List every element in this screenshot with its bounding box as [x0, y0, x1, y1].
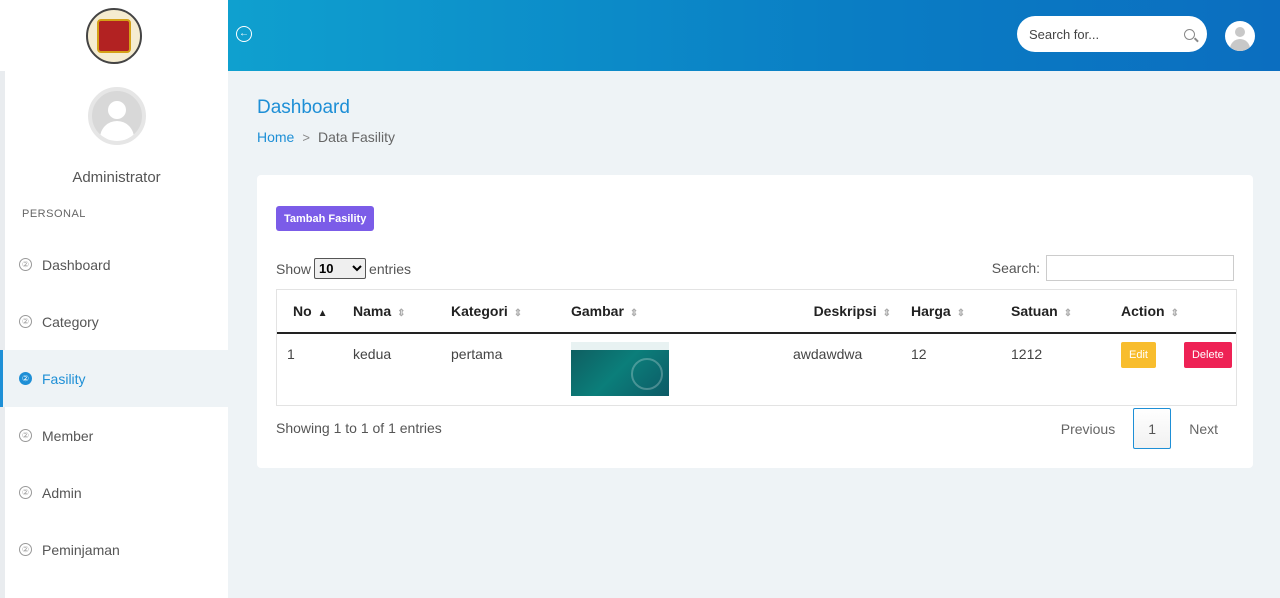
column-header-deskripsi[interactable]: Deskripsi ⇕ [785, 290, 911, 334]
cell-nama: kedua [353, 346, 392, 362]
breadcrumb-home[interactable]: Home [257, 129, 294, 145]
pagination: Previous 1 Next [1061, 408, 1218, 449]
chevron-right-icon: > [302, 129, 310, 145]
header-search [1017, 16, 1207, 52]
cell-harga: 12 [911, 346, 927, 362]
search-icon[interactable] [1184, 28, 1195, 40]
table-header-row: No ▲ Nama ⇕ Kategori ⇕ Gambar ⇕ Deskripsi ⇕ H… [277, 290, 1236, 334]
edit-button[interactable]: Edit [1121, 342, 1156, 368]
page-size-select[interactable]: 10 [314, 258, 367, 279]
page-button[interactable]: 1 [1133, 408, 1172, 449]
previous-button[interactable]: Previous [1061, 421, 1115, 437]
show-label: Show [276, 260, 312, 277]
search-label: Search: [991, 260, 1040, 276]
show-entries: Show 10 entries [276, 258, 411, 279]
table-search-input[interactable] [1046, 255, 1234, 281]
sidebar-item-admin[interactable]: ② Admin [5, 464, 228, 521]
cell-satuan: 1212 [1011, 346, 1043, 362]
sort-icon: ⇕ [882, 308, 891, 319]
sort-asc-icon: ▲ [317, 308, 328, 319]
sort-icon: ⇕ [629, 308, 639, 319]
main-content: Dashboard Home > Data Fasility Tambah Fa… [257, 71, 1253, 468]
column-header-satuan[interactable]: Satuan ⇕ [1011, 290, 1121, 334]
sidebar-panel: Administrator PERSONAL ② Dashboard ② Cat… [0, 71, 228, 598]
column-header-gambar[interactable]: Gambar ⇕ [571, 290, 785, 334]
table-search: Search: [992, 255, 1234, 281]
column-header-action[interactable]: Action ⇕ [1121, 290, 1236, 334]
circle-icon: ② [19, 258, 32, 271]
cell-kategori: pertama [451, 346, 503, 362]
circle-icon: ② [19, 543, 32, 556]
breadcrumb: Home > Data Fasility [257, 129, 1253, 145]
sidebar-item-label: Category [42, 313, 99, 330]
sidebar-item-member[interactable]: ② Member [5, 407, 228, 464]
sidebar-item-category[interactable]: ② Category [5, 293, 228, 350]
circle-icon: ② [19, 486, 32, 499]
sidebar-item-dashboard[interactable]: ② Dashboard [5, 236, 228, 293]
sort-icon: ⇕ [513, 308, 523, 319]
column-header-harga[interactable]: Harga ⇕ [911, 290, 1011, 334]
sidebar-item-label: Member [42, 427, 94, 444]
circle-icon: ② [19, 429, 32, 442]
circle-icon: ② [19, 372, 32, 385]
sidebar-item-label: Dashboard [42, 256, 111, 273]
sidebar-item-label: Fasility [42, 370, 86, 387]
sidebar-item-label: Peminjaman [42, 541, 120, 558]
user-name: Administrator [72, 169, 161, 186]
data-table: No ▲ Nama ⇕ Kategori ⇕ Gambar ⇕ Deskripsi ⇕ H… [276, 289, 1237, 406]
sidebar-item-label: Admin [42, 484, 82, 501]
cell-deskripsi: awdawdwa [793, 346, 863, 362]
sidebar: Administrator PERSONAL ② Dashboard ② Cat… [0, 0, 228, 598]
sidebar-toggle-icon[interactable]: ← [236, 26, 252, 42]
image-thumbnail [571, 342, 669, 396]
sort-icon: ⇕ [1170, 308, 1179, 319]
table-info: Showing 1 to 1 of 1 entries [276, 420, 442, 436]
page-title: Dashboard [257, 97, 350, 118]
breadcrumb-current: Data Fasility [317, 129, 395, 145]
sort-icon: ⇕ [397, 308, 406, 319]
sidebar-item-peminjaman[interactable]: ② Peminjaman [5, 521, 228, 578]
column-header-nama[interactable]: Nama ⇕ [353, 290, 451, 334]
search-input[interactable] [1029, 26, 1169, 42]
sidebar-menu: ② Dashboard ② Category ② Fasility ② Memb… [0, 236, 228, 578]
sidebar-item-fasility[interactable]: ② Fasility [0, 350, 228, 407]
cell-action: Edit Delete [1121, 333, 1236, 403]
sort-icon: ⇕ [1063, 308, 1073, 319]
circle-icon: ② [19, 315, 32, 328]
cell-no: 1 [287, 346, 295, 362]
delete-button[interactable]: Delete [1183, 342, 1232, 368]
user-avatar[interactable] [1225, 21, 1255, 51]
top-header: ← [228, 0, 1280, 71]
logo[interactable] [86, 7, 142, 64]
column-header-no[interactable]: No ▲ [277, 290, 353, 334]
column-header-kategori[interactable]: Kategori ⇕ [451, 290, 571, 334]
add-fasility-button[interactable]: Tambah Fasility [276, 206, 375, 231]
avatar [87, 87, 146, 145]
sort-icon: ⇕ [956, 308, 966, 319]
entries-label: entries [369, 260, 412, 277]
table-row: 1 kedua pertama awdawdwa 12 1212 Edit Del… [277, 333, 1236, 403]
next-button[interactable]: Next [1189, 421, 1218, 437]
section-title: PERSONAL [22, 208, 86, 220]
logo-area [0, 0, 228, 71]
cell-gambar [571, 333, 785, 403]
data-card: Tambah Fasility Show 10 entries Search: … [257, 175, 1253, 468]
